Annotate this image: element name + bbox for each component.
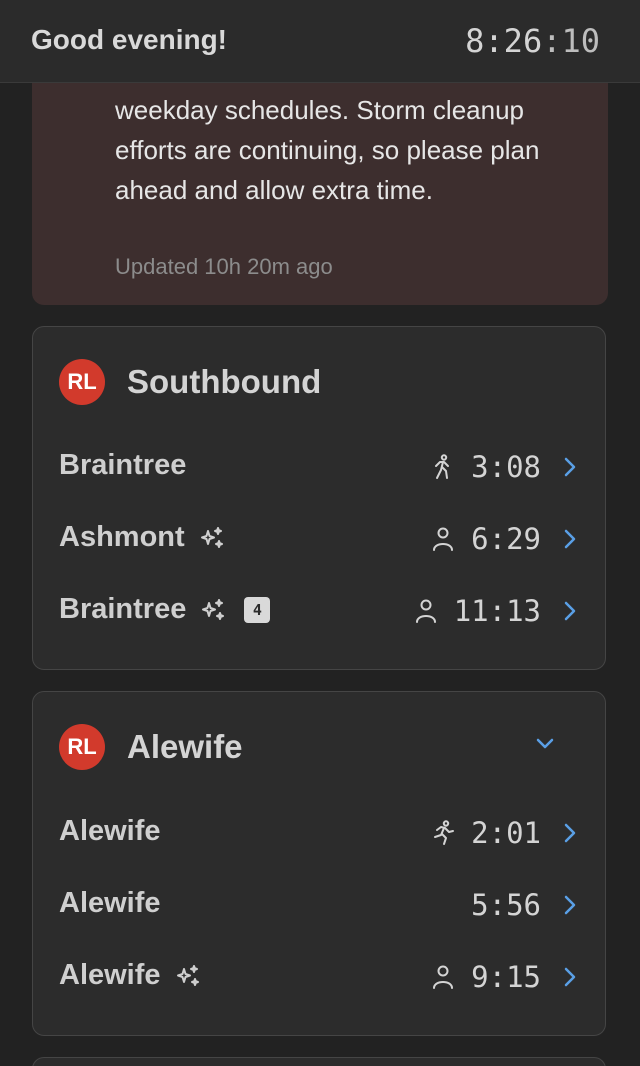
destination: Ashmont — [59, 521, 225, 554]
route-card-next — [32, 1057, 606, 1066]
chevron-down-icon[interactable] — [533, 732, 557, 756]
departure-row[interactable]: Braintree 4 11:13 — [59, 591, 581, 631]
app-header: Good evening! 8:26:10 — [0, 0, 640, 83]
car-count-badge: 4 — [244, 596, 271, 623]
departure-time: 2:01 — [471, 816, 541, 850]
destination: Alewife — [59, 959, 201, 992]
alert-updated-time: Updated 10h 20m ago — [115, 254, 333, 279]
departure-row[interactable]: Alewife 2:01 — [59, 813, 581, 853]
destination: Braintree — [59, 449, 186, 482]
line-badge: RL — [59, 359, 105, 405]
departure-time: 9:15 — [471, 960, 541, 994]
destination: Alewife — [59, 887, 161, 920]
card-title: Alewife — [127, 728, 243, 765]
alert-text: weekday schedules. Storm cleanup efforts… — [115, 95, 540, 205]
clock-seconds: :10 — [542, 22, 600, 60]
chevron-right-icon — [564, 895, 576, 915]
card-title: Southbound — [127, 363, 322, 400]
person-icon — [415, 599, 436, 623]
route-card-alewife: RL Alewife Alewife 2:01 Alewife 5:56 Ale… — [32, 691, 606, 1036]
departure-time: 3:08 — [471, 450, 541, 484]
chevron-right-icon — [564, 601, 576, 621]
app-frame: weekday schedules. Storm cleanup efforts… — [0, 0, 640, 1066]
sparkle-icon — [200, 526, 223, 548]
destination: Braintree 4 — [59, 593, 271, 626]
time-group: 11:13 — [414, 591, 541, 631]
clock: 8:26:10 — [465, 22, 600, 60]
destination-label: Braintree — [59, 449, 187, 481]
time-group: 9:15 — [431, 957, 541, 997]
destination: Alewife — [59, 815, 161, 848]
departure-time: 11:13 — [453, 594, 541, 628]
person-icon — [433, 527, 454, 551]
chevron-right-icon — [564, 457, 576, 477]
sparkle-icon — [176, 964, 199, 986]
departure-row[interactable]: Ashmont 6:29 — [59, 519, 581, 559]
person-icon — [433, 965, 454, 989]
line-badge: RL — [59, 724, 105, 770]
sparkle-icon — [202, 598, 225, 620]
destination-label: Braintree — [59, 593, 187, 625]
departure-row[interactable]: Alewife 9:15 — [59, 957, 581, 997]
greeting: Good evening! — [31, 24, 227, 55]
departure-time: 5:56 — [471, 888, 541, 922]
walking-icon — [435, 454, 450, 479]
destination-label: Alewife — [59, 959, 161, 991]
route-card-southbound: RL Southbound Braintree 3:08 Ashmont 6:2… — [32, 326, 606, 670]
destination-label: Alewife — [59, 815, 161, 847]
destination-label: Alewife — [59, 887, 161, 919]
destination-label: Ashmont — [59, 521, 185, 553]
time-group: 5:56 — [471, 885, 541, 925]
departure-row[interactable]: Braintree 3:08 — [59, 447, 581, 487]
time-group: 6:29 — [431, 519, 541, 559]
departure-row[interactable]: Alewife 5:56 — [59, 885, 581, 925]
running-icon — [434, 820, 455, 845]
time-group: 2:01 — [431, 813, 541, 853]
chevron-right-icon — [564, 529, 576, 549]
chevron-right-icon — [564, 967, 576, 987]
time-group: 3:08 — [431, 447, 541, 487]
clock-main: 8:26 — [465, 22, 543, 60]
chevron-right-icon — [564, 823, 576, 843]
departure-time: 6:29 — [471, 522, 541, 556]
